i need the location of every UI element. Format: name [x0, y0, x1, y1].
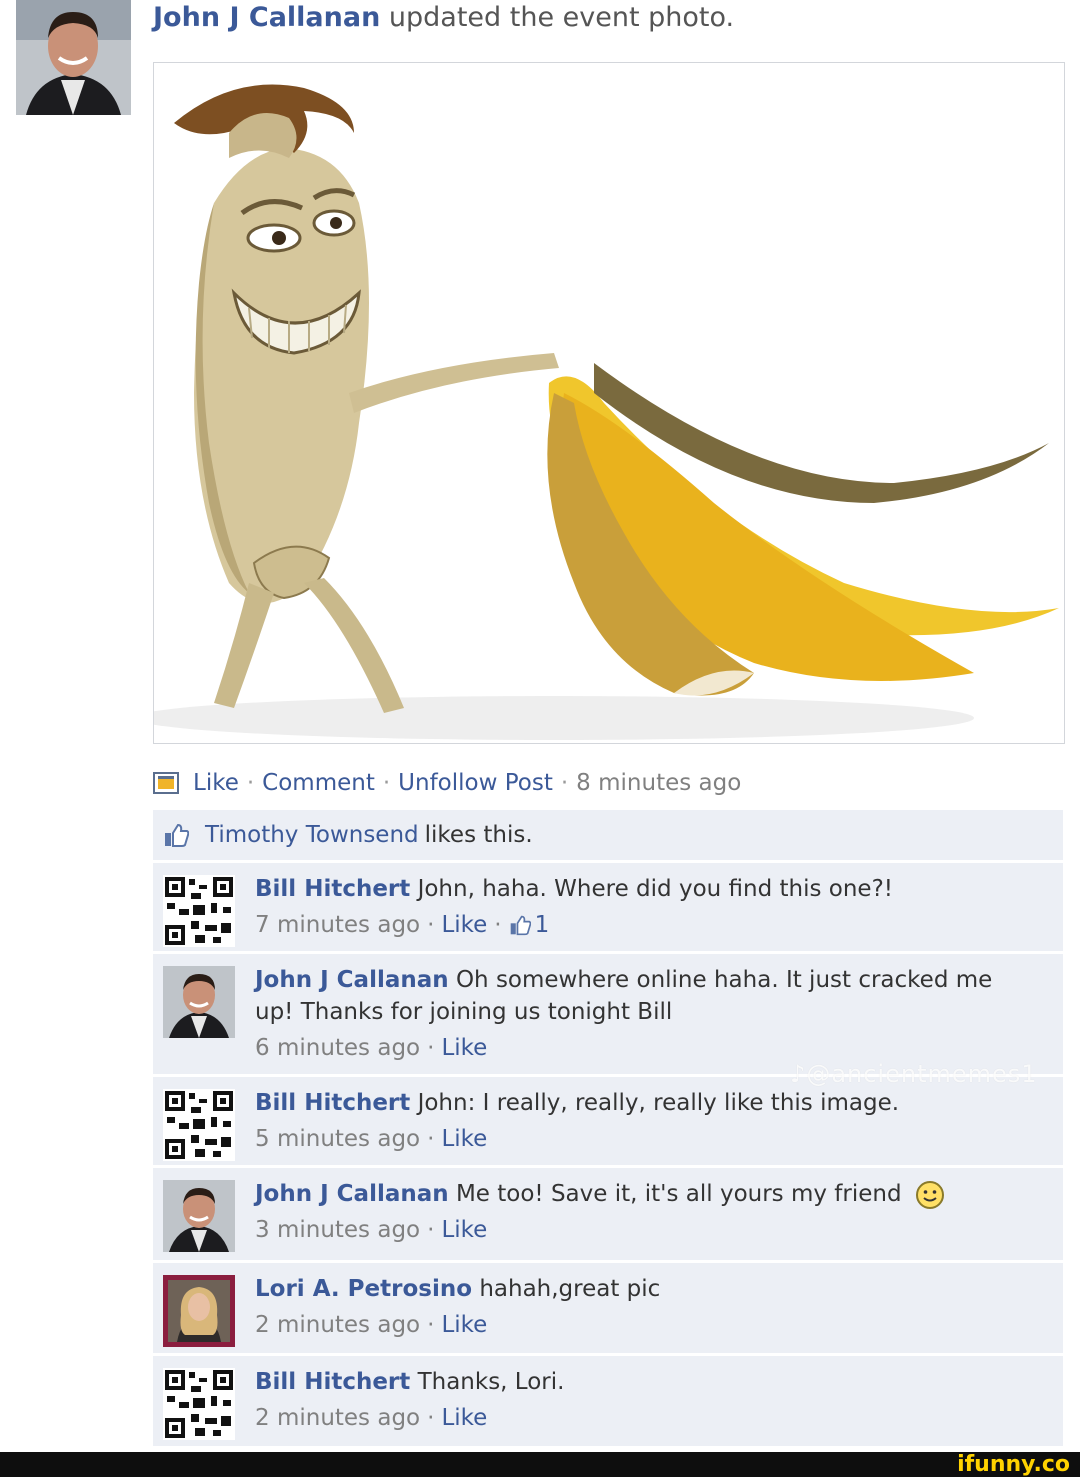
comment-item: Bill Hitchert John, haha. Where did you …	[153, 863, 1063, 951]
comment-text: hahah,great pic	[479, 1276, 661, 1302]
comment-meta: 7 minutes ago · Like · 1	[255, 909, 1003, 941]
separator: ·	[427, 1126, 435, 1152]
separator: ·	[246, 770, 255, 796]
comment-author-link[interactable]: John J Callanan	[255, 967, 449, 993]
comment-timestamp[interactable]: 6 minutes ago	[255, 1032, 420, 1064]
comment-like-link[interactable]: Like	[441, 1214, 487, 1246]
comment-body: Bill Hitchert Thanks, Lori. 2 minutes ag…	[255, 1366, 1003, 1434]
comment-meta: 3 minutes ago · Like	[255, 1214, 1003, 1246]
comment-like-link[interactable]: Like	[441, 1123, 487, 1155]
footer-bar: ifunny.co	[0, 1452, 1080, 1477]
separator: ·	[427, 1312, 435, 1338]
comment-author-link[interactable]: Bill Hitchert	[255, 876, 410, 902]
separator: ·	[427, 1035, 435, 1061]
like-link[interactable]: Like	[193, 770, 239, 796]
unfollow-post-link[interactable]: Unfollow Post	[398, 770, 553, 796]
comment-timestamp[interactable]: 7 minutes ago	[255, 909, 420, 941]
separator: ·	[427, 1405, 435, 1431]
comment-timestamp[interactable]: 3 minutes ago	[255, 1214, 420, 1246]
comment-like-count[interactable]: 1	[535, 909, 550, 941]
comment-body: Bill Hitchert John, haha. Where did you …	[255, 873, 1003, 941]
separator: ·	[494, 912, 502, 938]
author-avatar[interactable]	[16, 0, 131, 115]
comment-item: John J Callanan Me too! Save it, it's al…	[153, 1168, 1063, 1260]
comment-body: Bill Hitchert John: I really, really, re…	[255, 1087, 1003, 1155]
user-avatar[interactable]	[163, 1180, 235, 1252]
comment-item: Lori A. Petrosino hahah,great pic 2 minu…	[153, 1263, 1063, 1353]
comment-like-link[interactable]: Like	[441, 1309, 487, 1341]
comment-author-link[interactable]: John J Callanan	[255, 1181, 449, 1207]
separator: ·	[427, 912, 435, 938]
qr-code-avatar[interactable]	[163, 875, 235, 947]
comment-like-link[interactable]: Like	[441, 1402, 487, 1434]
post-action-text: updated the event photo.	[388, 2, 735, 33]
separator: ·	[382, 770, 391, 796]
event-photo-icon	[153, 772, 179, 794]
comment-body: Lori A. Petrosino hahah,great pic 2 minu…	[255, 1273, 1003, 1341]
thumbs-up-icon	[165, 823, 189, 847]
comment-author-link[interactable]: Bill Hitchert	[255, 1090, 410, 1116]
comment-item: John J Callanan Oh somewhere online haha…	[153, 954, 1063, 1074]
ifunny-logo: ifunny.co	[957, 1452, 1070, 1477]
post-header: John J Callanan updated the event photo.	[153, 2, 734, 33]
qr-code-avatar[interactable]	[163, 1368, 235, 1440]
comment-like-link[interactable]: Like	[441, 1032, 487, 1064]
comment-like-link[interactable]: Like	[441, 909, 487, 941]
comment-text: Thanks, Lori.	[417, 1369, 565, 1395]
user-avatar[interactable]	[163, 966, 235, 1038]
comment-meta: 2 minutes ago · Like	[255, 1402, 1003, 1434]
thumbs-up-icon	[510, 915, 531, 936]
qr-code-avatar[interactable]	[163, 1089, 235, 1161]
post-action-bar: Like · Comment · Unfollow Post · 8 minut…	[153, 766, 741, 800]
comment-text: John, haha. Where did you find this one?…	[417, 876, 894, 902]
separator: ·	[560, 770, 569, 796]
comment-meta: 2 minutes ago · Like	[255, 1309, 1003, 1341]
user-avatar[interactable]	[163, 1275, 235, 1347]
comment-meta: 5 minutes ago · Like	[255, 1123, 1003, 1155]
comment-timestamp[interactable]: 2 minutes ago	[255, 1309, 420, 1341]
comment-link[interactable]: Comment	[262, 770, 375, 796]
comment-text: Me too! Save it, it's all yours my frien…	[455, 1181, 902, 1207]
comment-body: John J Callanan Oh somewhere online haha…	[255, 964, 1003, 1064]
comment-text: John: I really, really, really like this…	[417, 1090, 900, 1116]
separator: ·	[427, 1217, 435, 1243]
liker-name-link[interactable]: Timothy Townsend	[205, 822, 419, 848]
comment-item: Bill Hitchert John: I really, really, re…	[153, 1077, 1063, 1165]
comment-author-link[interactable]: Lori A. Petrosino	[255, 1276, 472, 1302]
comment-item: Bill Hitchert Thanks, Lori. 2 minutes ag…	[153, 1356, 1063, 1446]
comment-author-link[interactable]: Bill Hitchert	[255, 1369, 410, 1395]
comment-timestamp[interactable]: 5 minutes ago	[255, 1123, 420, 1155]
post-author-link[interactable]: John J Callanan	[153, 2, 380, 33]
likes-text: likes this.	[424, 822, 533, 848]
post-timestamp[interactable]: 8 minutes ago	[576, 770, 741, 796]
feedback-section: Timothy Townsend likes this. Bill Hitche…	[153, 810, 1063, 1449]
comment-timestamp[interactable]: 2 minutes ago	[255, 1402, 420, 1434]
smiley-icon	[915, 1180, 944, 1209]
comment-body: John J Callanan Me too! Save it, it's al…	[255, 1178, 1003, 1246]
tiktok-watermark: ♪@ancientmemes1	[790, 1060, 1038, 1088]
likes-summary: Timothy Townsend likes this.	[153, 810, 1063, 860]
event-photo[interactable]	[153, 62, 1065, 744]
